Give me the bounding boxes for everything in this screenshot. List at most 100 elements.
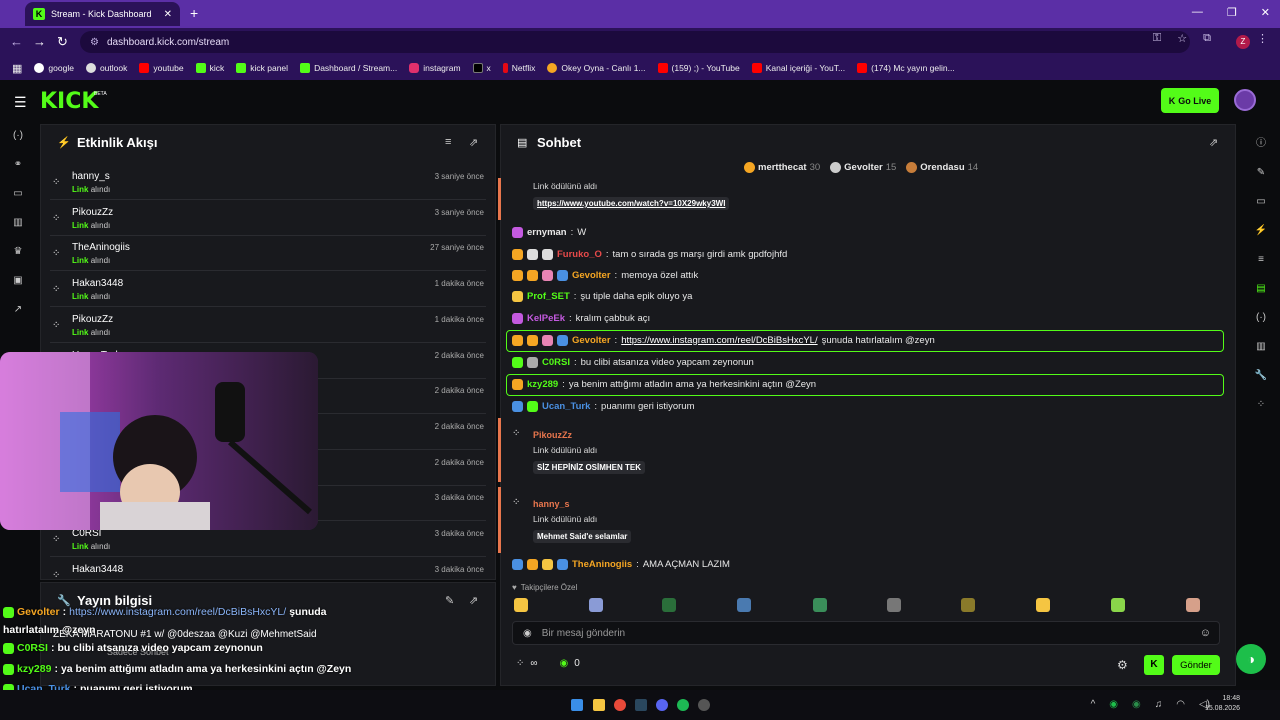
bookmark-item[interactable]: Dashboard / Stream... xyxy=(294,63,403,73)
popout-icon[interactable]: ⇗ xyxy=(1209,136,1218,149)
bookmark-item[interactable]: youtube xyxy=(133,63,189,73)
bookmark-item[interactable]: kick xyxy=(190,63,231,73)
gear-icon[interactable]: ⚙ xyxy=(1117,658,1128,672)
file-explorer-icon[interactable] xyxy=(593,699,605,711)
redeem-value[interactable]: https://www.youtube.com/watch?v=10X29wky… xyxy=(533,197,730,210)
emote-frog-icon[interactable] xyxy=(662,598,676,612)
kick-logo[interactable]: KICK xyxy=(40,89,98,114)
bookmark-item[interactable]: x xyxy=(467,63,497,73)
activity-row[interactable]: ⁘ hanny_s Link alındı 3 saniye önce xyxy=(50,165,486,200)
microphone-icon[interactable]: ♫ xyxy=(1155,699,1163,710)
activity-row[interactable]: ⁘ Hakan3448 Link alındı 1 dakika önce xyxy=(50,272,486,308)
chat-settings-icon[interactable]: ◉ xyxy=(523,628,532,639)
tray-chevron-icon[interactable]: ^ xyxy=(1091,699,1096,710)
minimize-icon[interactable]: — xyxy=(1192,6,1203,19)
link-icon[interactable]: ⚭ xyxy=(14,159,22,170)
bookmark-item[interactable]: outlook xyxy=(80,63,133,73)
edit-icon[interactable]: ✎ xyxy=(445,594,454,607)
stream-icon[interactable]: (·) xyxy=(13,130,23,141)
windows-start-icon[interactable] xyxy=(571,699,583,711)
forward-icon[interactable]: → xyxy=(33,34,46,49)
emote-character-icon[interactable] xyxy=(961,598,975,612)
hamburger-menu-icon[interactable]: ☰ xyxy=(14,94,27,111)
menu-kebab-icon[interactable]: ⋮ xyxy=(1257,32,1268,45)
bookmark-item[interactable]: kick panel xyxy=(230,63,294,73)
chat-username[interactable]: Prof_SET xyxy=(527,291,570,302)
user-avatar[interactable] xyxy=(1234,89,1256,111)
emoji-icon[interactable]: ☺ xyxy=(1200,627,1211,639)
reload-icon[interactable]: ↻ xyxy=(57,34,68,50)
spotify-icon[interactable] xyxy=(677,699,689,711)
apps-grid-icon[interactable]: ▦ xyxy=(6,62,28,75)
bookmark-item[interactable]: Okey Oyna - Canlı 1... xyxy=(541,63,651,73)
emote-w-icon[interactable] xyxy=(1036,598,1050,612)
emote-figure-icon[interactable] xyxy=(589,598,603,612)
bookmark-item[interactable]: google xyxy=(28,63,80,73)
site-info-icon[interactable]: ⚙ xyxy=(90,37,99,48)
popout-icon[interactable]: ⇗ xyxy=(469,594,478,607)
users-icon[interactable]: ⁘ xyxy=(1257,399,1265,410)
video-icon[interactable]: ▣ xyxy=(13,275,22,286)
lightning-icon[interactable]: ⚡ xyxy=(1255,225,1267,236)
chat-username[interactable]: Ucan_Turk xyxy=(542,401,590,412)
chat-username[interactable]: Gevolter xyxy=(572,270,611,281)
chat-username[interactable]: ernyman xyxy=(527,227,567,238)
bookmark-item[interactable]: (174) Mc yayın gelin... xyxy=(851,63,961,73)
leader-item[interactable]: Orendasu 14 xyxy=(906,162,978,173)
chat-username[interactable]: kzy289 xyxy=(527,379,558,390)
printer-icon[interactable]: ▥ xyxy=(1256,341,1265,352)
chat-username[interactable]: C0RSI xyxy=(542,357,570,368)
emote-frog-2-icon[interactable] xyxy=(813,598,827,612)
discord-icon[interactable] xyxy=(656,699,668,711)
new-tab-icon[interactable]: + xyxy=(190,5,198,21)
redeem-user[interactable]: hanny_s xyxy=(533,499,570,509)
chat-input[interactable]: ◉ Bir mesaj gönderin ☺ xyxy=(512,621,1220,645)
url-input[interactable]: ⚙ dashboard.kick.com/stream xyxy=(80,31,1190,53)
media-icon[interactable]: ▭ xyxy=(1256,196,1265,207)
steam-icon[interactable] xyxy=(635,699,647,711)
back-icon[interactable]: ← xyxy=(10,34,23,49)
maximize-icon[interactable]: ❐ xyxy=(1227,6,1237,19)
profile-avatar[interactable]: Z xyxy=(1236,35,1250,49)
window-close-icon[interactable]: ✕ xyxy=(1261,6,1270,19)
leader-item[interactable]: Gevolter 15 xyxy=(830,162,896,173)
emote-pink-icon[interactable] xyxy=(1186,598,1200,612)
emote-picture-icon[interactable] xyxy=(887,598,901,612)
close-icon[interactable]: ✕ xyxy=(164,9,172,20)
bookmark-item[interactable]: instagram xyxy=(403,63,466,73)
bookmark-item[interactable]: Kanal içeriği - YouT... xyxy=(746,63,851,73)
popout-icon[interactable]: ⇗ xyxy=(469,136,478,149)
wifi-icon[interactable]: ◠ xyxy=(1176,699,1185,710)
emote-green-icon[interactable] xyxy=(1111,598,1125,612)
bookmark-star-icon[interactable]: ☆ xyxy=(1177,32,1187,45)
chart-icon[interactable]: ↗ xyxy=(14,304,22,315)
activity-row[interactable]: ⁘ PikouzZz Link alındı 3 saniye önce xyxy=(50,201,486,236)
activity-row[interactable]: ⁘ PikouzZz Link alındı 1 dakika önce xyxy=(50,308,486,343)
trophy-icon[interactable]: ♛ xyxy=(14,246,23,257)
chrome-icon[interactable] xyxy=(614,699,626,711)
redeem-user[interactable]: PikouzZz xyxy=(533,430,572,440)
send-button[interactable]: Gönder xyxy=(1172,655,1220,675)
info-icon[interactable]: ⓘ xyxy=(1256,134,1266,149)
chat-username[interactable]: TheAninogiis xyxy=(572,559,632,570)
system-clock[interactable]: 18:48 15.08.2026 xyxy=(1205,694,1240,714)
headset-support-icon[interactable]: ◑ xyxy=(1236,644,1266,674)
chat-link[interactable]: https://www.instagram.com/reel/DcBiBsHxc… xyxy=(621,335,817,346)
bookmark-item[interactable]: Netflix xyxy=(497,63,542,73)
pencil-icon[interactable]: ✎ xyxy=(1257,167,1265,178)
wrench-icon[interactable]: 🔧 xyxy=(1255,370,1267,381)
tray-app-icon[interactable]: ◉ xyxy=(1109,699,1118,710)
leader-item[interactable]: mertthecat 30 xyxy=(744,162,820,173)
browser-tab-active[interactable]: K Stream - Kick Dashboard ✕ xyxy=(25,2,180,26)
activity-row[interactable]: ⁘ TheAninogiis Link alındı 27 saniye önce xyxy=(50,236,486,272)
extensions-icon[interactable]: ⧉ xyxy=(1203,32,1211,45)
chat-bubble-icon[interactable]: ▤ xyxy=(1256,283,1265,294)
window-icon[interactable]: ▭ xyxy=(13,188,22,199)
tray-app-icon[interactable]: ◉ xyxy=(1132,699,1141,710)
emote-face-icon[interactable] xyxy=(514,598,528,612)
chat-username[interactable]: Furuko_O xyxy=(557,249,602,260)
emote-runner-icon[interactable] xyxy=(737,598,751,612)
go-live-button[interactable]: K Go Live xyxy=(1161,88,1219,113)
password-key-icon[interactable]: ⚿ xyxy=(1153,32,1161,45)
chat-username[interactable]: Gevolter xyxy=(572,335,611,346)
